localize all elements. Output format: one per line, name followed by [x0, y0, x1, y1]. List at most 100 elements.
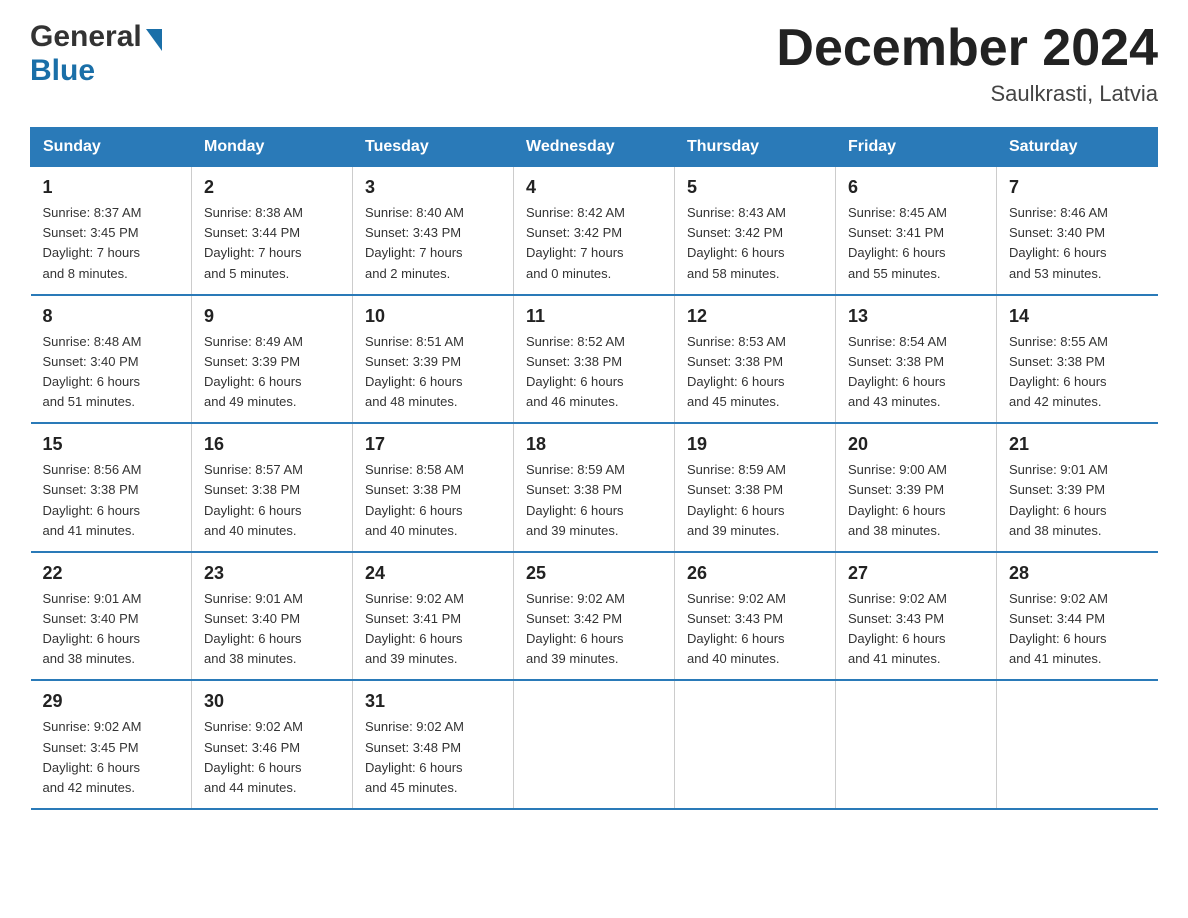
calendar-cell: 13 Sunrise: 8:54 AMSunset: 3:38 PMDaylig…: [836, 295, 997, 424]
day-number: 9: [204, 306, 340, 327]
day-number: 12: [687, 306, 823, 327]
day-info: Sunrise: 9:02 AMSunset: 3:43 PMDaylight:…: [848, 589, 984, 670]
calendar-cell: 29 Sunrise: 9:02 AMSunset: 3:45 PMDaylig…: [31, 680, 192, 809]
week-row-4: 22 Sunrise: 9:01 AMSunset: 3:40 PMDaylig…: [31, 552, 1158, 681]
day-number: 10: [365, 306, 501, 327]
calendar-cell: 19 Sunrise: 8:59 AMSunset: 3:38 PMDaylig…: [675, 423, 836, 552]
calendar-cell: 27 Sunrise: 9:02 AMSunset: 3:43 PMDaylig…: [836, 552, 997, 681]
day-number: 1: [43, 177, 180, 198]
day-number: 23: [204, 563, 340, 584]
day-number: 4: [526, 177, 662, 198]
header-row: SundayMondayTuesdayWednesdayThursdayFrid…: [31, 128, 1158, 167]
calendar-table: SundayMondayTuesdayWednesdayThursdayFrid…: [30, 127, 1158, 810]
day-number: 22: [43, 563, 180, 584]
title-section: December 2024 Saulkrasti, Latvia: [776, 20, 1158, 107]
calendar-cell: 4 Sunrise: 8:42 AMSunset: 3:42 PMDayligh…: [514, 167, 675, 295]
calendar-cell: 6 Sunrise: 8:45 AMSunset: 3:41 PMDayligh…: [836, 167, 997, 295]
day-info: Sunrise: 8:54 AMSunset: 3:38 PMDaylight:…: [848, 332, 984, 413]
day-number: 20: [848, 434, 984, 455]
header-cell-saturday: Saturday: [997, 128, 1158, 167]
calendar-cell: 18 Sunrise: 8:59 AMSunset: 3:38 PMDaylig…: [514, 423, 675, 552]
calendar-cell: [675, 680, 836, 809]
calendar-cell: 25 Sunrise: 9:02 AMSunset: 3:42 PMDaylig…: [514, 552, 675, 681]
day-number: 30: [204, 691, 340, 712]
week-row-1: 1 Sunrise: 8:37 AMSunset: 3:45 PMDayligh…: [31, 167, 1158, 295]
calendar-cell: 8 Sunrise: 8:48 AMSunset: 3:40 PMDayligh…: [31, 295, 192, 424]
calendar-cell: 11 Sunrise: 8:52 AMSunset: 3:38 PMDaylig…: [514, 295, 675, 424]
header-cell-thursday: Thursday: [675, 128, 836, 167]
day-number: 17: [365, 434, 501, 455]
day-number: 24: [365, 563, 501, 584]
location-subtitle: Saulkrasti, Latvia: [776, 81, 1158, 107]
day-info: Sunrise: 8:37 AMSunset: 3:45 PMDaylight:…: [43, 203, 180, 284]
calendar-cell: [997, 680, 1158, 809]
day-number: 5: [687, 177, 823, 198]
month-title: December 2024: [776, 20, 1158, 77]
day-number: 2: [204, 177, 340, 198]
day-info: Sunrise: 9:01 AMSunset: 3:40 PMDaylight:…: [43, 589, 180, 670]
day-number: 6: [848, 177, 984, 198]
day-info: Sunrise: 8:59 AMSunset: 3:38 PMDaylight:…: [526, 460, 662, 541]
logo: General Blue: [30, 20, 162, 88]
day-info: Sunrise: 8:57 AMSunset: 3:38 PMDaylight:…: [204, 460, 340, 541]
day-number: 16: [204, 434, 340, 455]
header-cell-monday: Monday: [192, 128, 353, 167]
week-row-3: 15 Sunrise: 8:56 AMSunset: 3:38 PMDaylig…: [31, 423, 1158, 552]
calendar-cell: 24 Sunrise: 9:02 AMSunset: 3:41 PMDaylig…: [353, 552, 514, 681]
day-info: Sunrise: 8:49 AMSunset: 3:39 PMDaylight:…: [204, 332, 340, 413]
day-number: 3: [365, 177, 501, 198]
day-number: 11: [526, 306, 662, 327]
calendar-cell: 31 Sunrise: 9:02 AMSunset: 3:48 PMDaylig…: [353, 680, 514, 809]
day-number: 15: [43, 434, 180, 455]
calendar-cell: 15 Sunrise: 8:56 AMSunset: 3:38 PMDaylig…: [31, 423, 192, 552]
calendar-cell: 1 Sunrise: 8:37 AMSunset: 3:45 PMDayligh…: [31, 167, 192, 295]
calendar-cell: 2 Sunrise: 8:38 AMSunset: 3:44 PMDayligh…: [192, 167, 353, 295]
day-number: 29: [43, 691, 180, 712]
calendar-cell: [514, 680, 675, 809]
day-info: Sunrise: 9:02 AMSunset: 3:45 PMDaylight:…: [43, 717, 180, 798]
day-number: 19: [687, 434, 823, 455]
day-info: Sunrise: 9:02 AMSunset: 3:41 PMDaylight:…: [365, 589, 501, 670]
logo-blue-text: Blue: [30, 54, 95, 88]
day-number: 27: [848, 563, 984, 584]
day-info: Sunrise: 8:43 AMSunset: 3:42 PMDaylight:…: [687, 203, 823, 284]
calendar-cell: 28 Sunrise: 9:02 AMSunset: 3:44 PMDaylig…: [997, 552, 1158, 681]
logo-arrow-shape: [146, 29, 162, 51]
calendar-cell: 10 Sunrise: 8:51 AMSunset: 3:39 PMDaylig…: [353, 295, 514, 424]
day-info: Sunrise: 8:51 AMSunset: 3:39 PMDaylight:…: [365, 332, 501, 413]
calendar-body: 1 Sunrise: 8:37 AMSunset: 3:45 PMDayligh…: [31, 167, 1158, 809]
logo-general-text: General: [30, 20, 142, 54]
calendar-cell: 9 Sunrise: 8:49 AMSunset: 3:39 PMDayligh…: [192, 295, 353, 424]
calendar-cell: 20 Sunrise: 9:00 AMSunset: 3:39 PMDaylig…: [836, 423, 997, 552]
logo-arrow: [146, 23, 162, 51]
header-cell-tuesday: Tuesday: [353, 128, 514, 167]
week-row-2: 8 Sunrise: 8:48 AMSunset: 3:40 PMDayligh…: [31, 295, 1158, 424]
header-cell-wednesday: Wednesday: [514, 128, 675, 167]
day-number: 8: [43, 306, 180, 327]
day-number: 18: [526, 434, 662, 455]
day-info: Sunrise: 9:02 AMSunset: 3:46 PMDaylight:…: [204, 717, 340, 798]
day-info: Sunrise: 8:40 AMSunset: 3:43 PMDaylight:…: [365, 203, 501, 284]
day-info: Sunrise: 8:56 AMSunset: 3:38 PMDaylight:…: [43, 460, 180, 541]
week-row-5: 29 Sunrise: 9:02 AMSunset: 3:45 PMDaylig…: [31, 680, 1158, 809]
day-info: Sunrise: 8:53 AMSunset: 3:38 PMDaylight:…: [687, 332, 823, 413]
day-info: Sunrise: 9:01 AMSunset: 3:39 PMDaylight:…: [1009, 460, 1146, 541]
day-info: Sunrise: 9:02 AMSunset: 3:42 PMDaylight:…: [526, 589, 662, 670]
calendar-header: SundayMondayTuesdayWednesdayThursdayFrid…: [31, 128, 1158, 167]
day-info: Sunrise: 9:01 AMSunset: 3:40 PMDaylight:…: [204, 589, 340, 670]
calendar-cell: [836, 680, 997, 809]
calendar-cell: 17 Sunrise: 8:58 AMSunset: 3:38 PMDaylig…: [353, 423, 514, 552]
calendar-cell: 26 Sunrise: 9:02 AMSunset: 3:43 PMDaylig…: [675, 552, 836, 681]
calendar-cell: 5 Sunrise: 8:43 AMSunset: 3:42 PMDayligh…: [675, 167, 836, 295]
calendar-cell: 30 Sunrise: 9:02 AMSunset: 3:46 PMDaylig…: [192, 680, 353, 809]
day-info: Sunrise: 9:02 AMSunset: 3:48 PMDaylight:…: [365, 717, 501, 798]
calendar-cell: 3 Sunrise: 8:40 AMSunset: 3:43 PMDayligh…: [353, 167, 514, 295]
day-number: 7: [1009, 177, 1146, 198]
page-header: General Blue December 2024 Saulkrasti, L…: [30, 20, 1158, 107]
calendar-cell: 16 Sunrise: 8:57 AMSunset: 3:38 PMDaylig…: [192, 423, 353, 552]
day-number: 14: [1009, 306, 1146, 327]
day-number: 13: [848, 306, 984, 327]
day-info: Sunrise: 9:02 AMSunset: 3:44 PMDaylight:…: [1009, 589, 1146, 670]
calendar-cell: 21 Sunrise: 9:01 AMSunset: 3:39 PMDaylig…: [997, 423, 1158, 552]
day-info: Sunrise: 8:38 AMSunset: 3:44 PMDaylight:…: [204, 203, 340, 284]
